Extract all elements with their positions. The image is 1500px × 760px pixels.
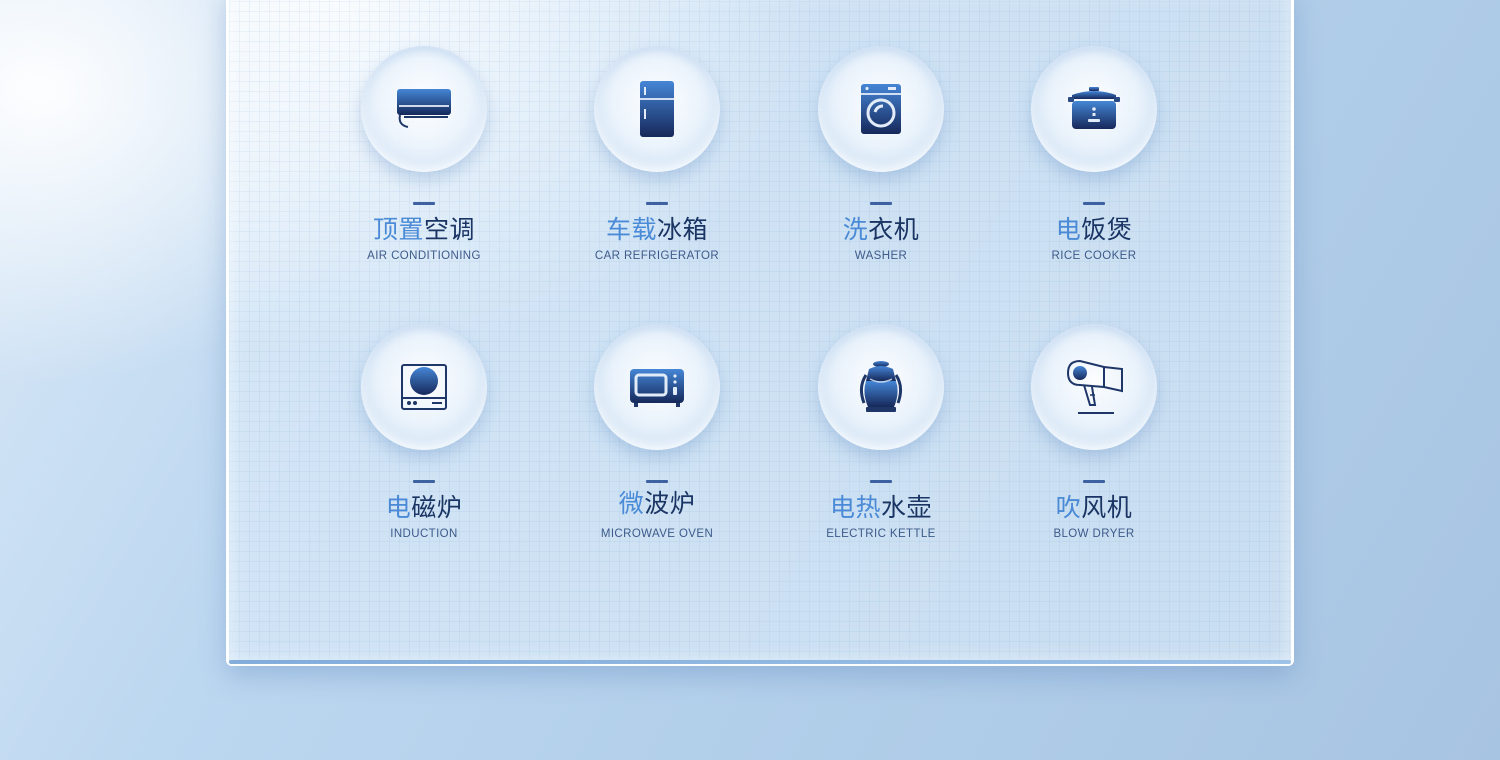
microwave-icon xyxy=(630,369,684,407)
hair-dryer-icon xyxy=(1066,359,1123,414)
appliance-name-en: BLOW DRYER xyxy=(1053,528,1135,540)
appliance-name: 吹风机 xyxy=(1055,493,1133,522)
appliance-name: 顶置空调 xyxy=(372,215,476,244)
appliance-item-blow-dryer[interactable]: 吹风机 BLOW DRYER xyxy=(994,324,1194,554)
induction-cooker-icon xyxy=(401,364,447,410)
divider-dash xyxy=(413,202,435,205)
appliance-item-induction[interactable]: 电磁炉 INDUCTION xyxy=(324,324,524,554)
blow-dryer-bubble xyxy=(1031,324,1157,450)
appliance-item-air-conditioning[interactable]: 顶置空调 AIR CONDITIONING xyxy=(324,46,524,276)
appliance-item-car-refrigerator[interactable]: 车载冰箱 CAR REFRIGERATOR xyxy=(557,46,757,276)
rice-cooker-bubble xyxy=(1031,46,1157,172)
washing-machine-icon xyxy=(861,84,901,134)
divider-dash xyxy=(646,202,668,205)
appliance-name-en: AIR CONDITIONING xyxy=(367,250,481,262)
air-conditioner-bubble xyxy=(361,46,487,172)
divider-dash xyxy=(646,480,668,483)
panel-bottom-bar xyxy=(229,660,1291,664)
appliance-name-en: MICROWAVE OVEN xyxy=(600,528,714,540)
appliance-item-rice-cooker[interactable]: 电饭煲 RICE COOKER xyxy=(994,46,1194,276)
appliance-name: 电热水壶 xyxy=(829,493,933,522)
refrigerator-bubble xyxy=(594,46,720,172)
divider-dash xyxy=(413,480,435,483)
appliance-item-electric-kettle[interactable]: 电热水壶 ELECTRIC KETTLE xyxy=(781,324,981,554)
appliance-item-microwave[interactable]: 微波炉 MICROWAVE OVEN xyxy=(557,324,757,554)
air-conditioner-icon xyxy=(397,89,451,128)
divider-dash xyxy=(1083,202,1105,205)
appliance-name: 电磁炉 xyxy=(385,493,463,522)
induction-bubble xyxy=(361,324,487,450)
appliance-item-washer[interactable]: 洗衣机 WASHER xyxy=(781,46,981,276)
washer-bubble xyxy=(818,46,944,172)
appliance-name-en: RICE COOKER xyxy=(1051,250,1137,262)
divider-dash xyxy=(1083,480,1105,483)
refrigerator-icon xyxy=(640,81,674,137)
divider-dash xyxy=(870,480,892,483)
appliance-name: 微波炉 xyxy=(618,489,696,518)
kettle-icon xyxy=(859,361,903,412)
appliance-name-en: WASHER xyxy=(854,250,908,262)
appliance-name: 电饭煲 xyxy=(1055,215,1133,244)
appliance-name: 洗衣机 xyxy=(842,215,920,244)
appliance-name-en: ELECTRIC KETTLE xyxy=(826,528,936,540)
divider-dash xyxy=(870,202,892,205)
microwave-bubble xyxy=(594,324,720,450)
appliance-name-en: CAR REFRIGERATOR xyxy=(594,250,720,262)
kettle-bubble xyxy=(818,324,944,450)
rice-cooker-icon xyxy=(1068,87,1120,129)
appliance-name-en: INDUCTION xyxy=(390,528,458,540)
appliance-name: 车载冰箱 xyxy=(605,215,709,244)
